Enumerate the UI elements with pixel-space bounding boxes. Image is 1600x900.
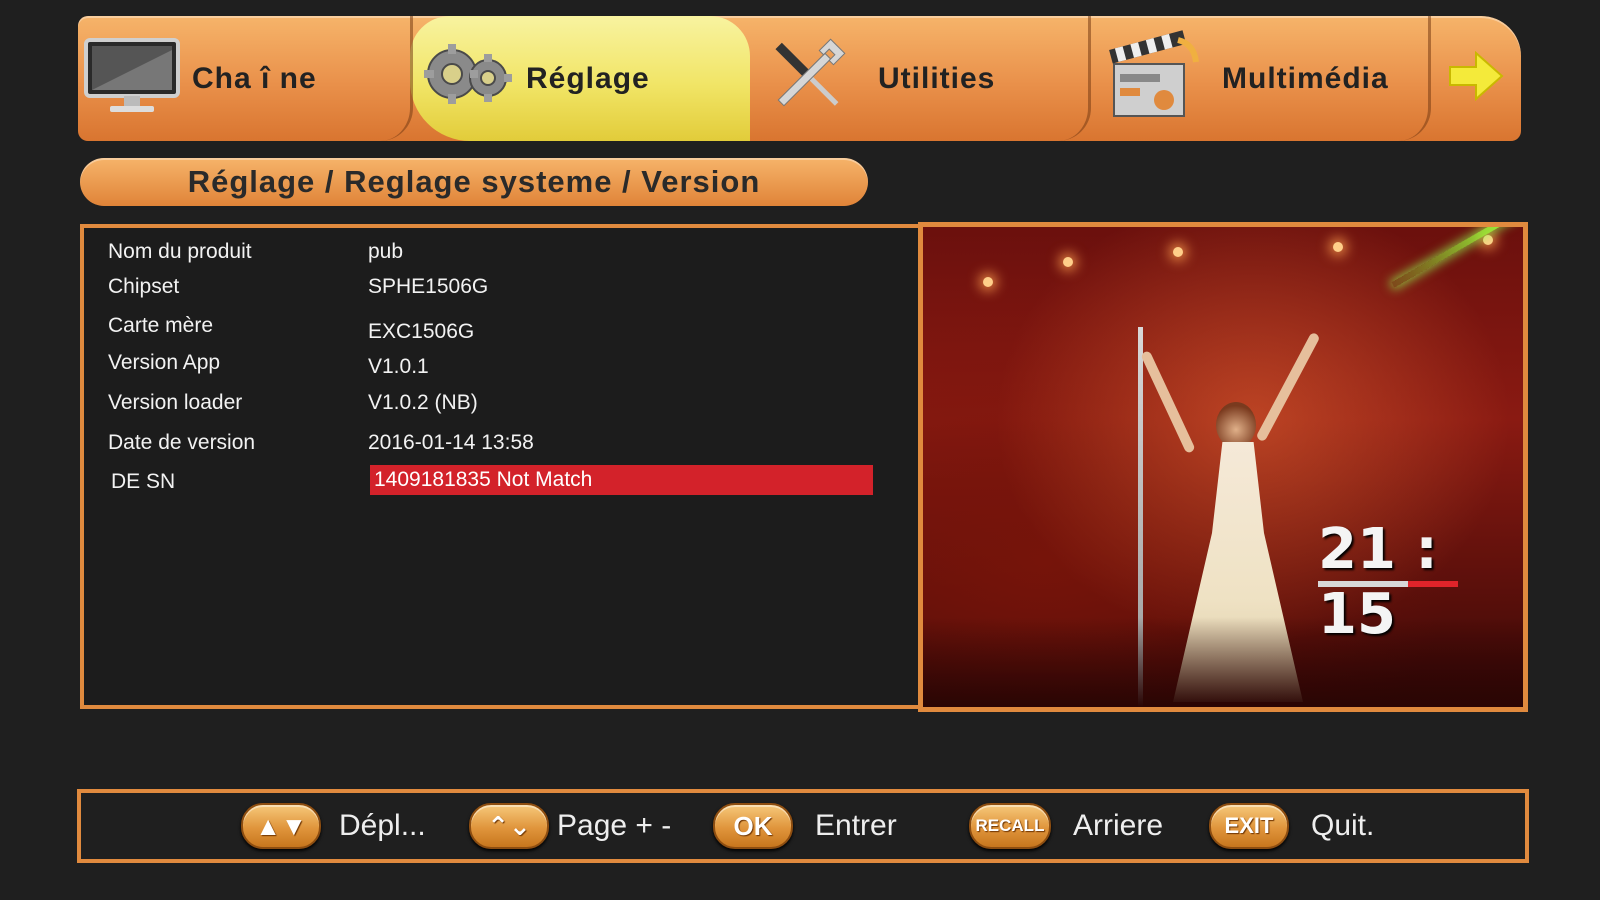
help-label: Arriere [1073, 809, 1164, 842]
tab-divider [380, 16, 413, 141]
breadcrumb: Réglage / Reglage systeme / Version [80, 158, 868, 206]
help-bar: ▲▼ Dépl... ⌃⌄ Page + - OK Entrer RECALL … [77, 789, 1529, 863]
help-item-recall[interactable]: RECALL Arriere [969, 793, 1163, 859]
stage-floor [923, 617, 1523, 707]
info-row: Carte mère EXC1506G [84, 314, 960, 346]
tab-label: Utilities [878, 61, 996, 95]
tools-icon [760, 28, 856, 129]
info-row: Date de version 2016-01-14 13:58 [84, 431, 960, 463]
ok-key-icon[interactable]: OK [713, 803, 793, 849]
arrow-right-icon [1448, 50, 1504, 106]
info-key: DE SN [111, 470, 176, 493]
tab-label: Cha î ne [192, 61, 317, 95]
clock-display: 21 : 15 [1318, 517, 1468, 647]
exit-key-icon[interactable]: EXIT [1209, 803, 1289, 849]
stage-light [1173, 247, 1183, 257]
stage-light [1333, 242, 1343, 252]
help-item-exit[interactable]: EXIT Quit. [1209, 793, 1374, 859]
page-key-icon[interactable]: ⌃⌄ [469, 803, 549, 849]
clock-progress-accent [1408, 581, 1458, 587]
singer-arm [1255, 331, 1321, 443]
gear-icon [422, 38, 514, 119]
info-value: V1.0.1 [368, 355, 429, 378]
info-key: Carte mère [108, 314, 214, 337]
screen: Cha î ne Réglage Utilities Multimédia Ré… [0, 0, 1600, 900]
help-label: Quit. [1311, 809, 1375, 842]
tab-utilities[interactable]: Utilities [760, 16, 1090, 141]
help-label: Dépl... [339, 809, 426, 842]
up-down-key-icon[interactable]: ▲▼ [241, 803, 321, 849]
help-item-ok[interactable]: OK Entrer [713, 793, 897, 859]
video-preview: 21 : 15 [918, 222, 1528, 712]
tab-label: Multimédia [1222, 61, 1389, 95]
info-row: Chipset SPHE1506G [84, 275, 960, 307]
main-tab-bar: Cha î ne Réglage Utilities Multimédia [78, 16, 1521, 141]
help-item-move[interactable]: ▲▼ Dépl... [241, 793, 426, 859]
sn-status-highlight: 1409181835 Not Match [370, 465, 873, 495]
help-label: Entrer [815, 809, 897, 842]
tab-divider [1058, 16, 1091, 141]
version-info-panel: Nom du produit pub Chipset SPHE1506G Car… [80, 224, 964, 709]
info-value: V1.0.2 (NB) [368, 391, 478, 414]
recall-key-icon[interactable]: RECALL [969, 803, 1051, 849]
info-key: Nom du produit [108, 240, 252, 263]
tab-label: Réglage [526, 61, 650, 95]
tab-divider [1398, 16, 1431, 141]
info-value: pub [368, 240, 404, 263]
info-key: Date de version [108, 431, 256, 454]
singer-arm [1140, 350, 1196, 454]
info-row: Version loader V1.0.2 (NB) [84, 391, 960, 423]
stage-light [1063, 257, 1073, 267]
clapperboard-icon [1108, 30, 1204, 127]
laser-beam [1391, 227, 1516, 288]
info-key: Chipset [108, 275, 180, 298]
stage-light [1483, 235, 1493, 245]
help-item-page[interactable]: ⌃⌄ Page + - [469, 793, 671, 859]
info-value: 2016-01-14 13:58 [368, 431, 534, 454]
info-value: EXC1506G [368, 320, 475, 343]
help-label: Page + - [557, 809, 672, 842]
tab-multimedia[interactable]: Multimédia [1108, 16, 1448, 141]
tab-chaine[interactable]: Cha î ne [84, 16, 404, 141]
tab-reglage[interactable]: Réglage [422, 16, 742, 141]
info-row: Version App V1.0.1 [84, 351, 960, 383]
singer-head [1216, 402, 1256, 448]
monitor-icon [84, 36, 180, 121]
info-row: Nom du produit pub [84, 240, 960, 272]
sn-status-value: 1409181835 Not Match [374, 468, 593, 491]
info-key: Version loader [108, 391, 243, 414]
next-tabs-button[interactable] [1448, 16, 1518, 141]
breadcrumb-text: Réglage / Reglage systeme / Version [187, 164, 761, 199]
info-key: Version App [108, 351, 221, 374]
info-value: SPHE1506G [368, 275, 489, 298]
stage-light [983, 277, 993, 287]
